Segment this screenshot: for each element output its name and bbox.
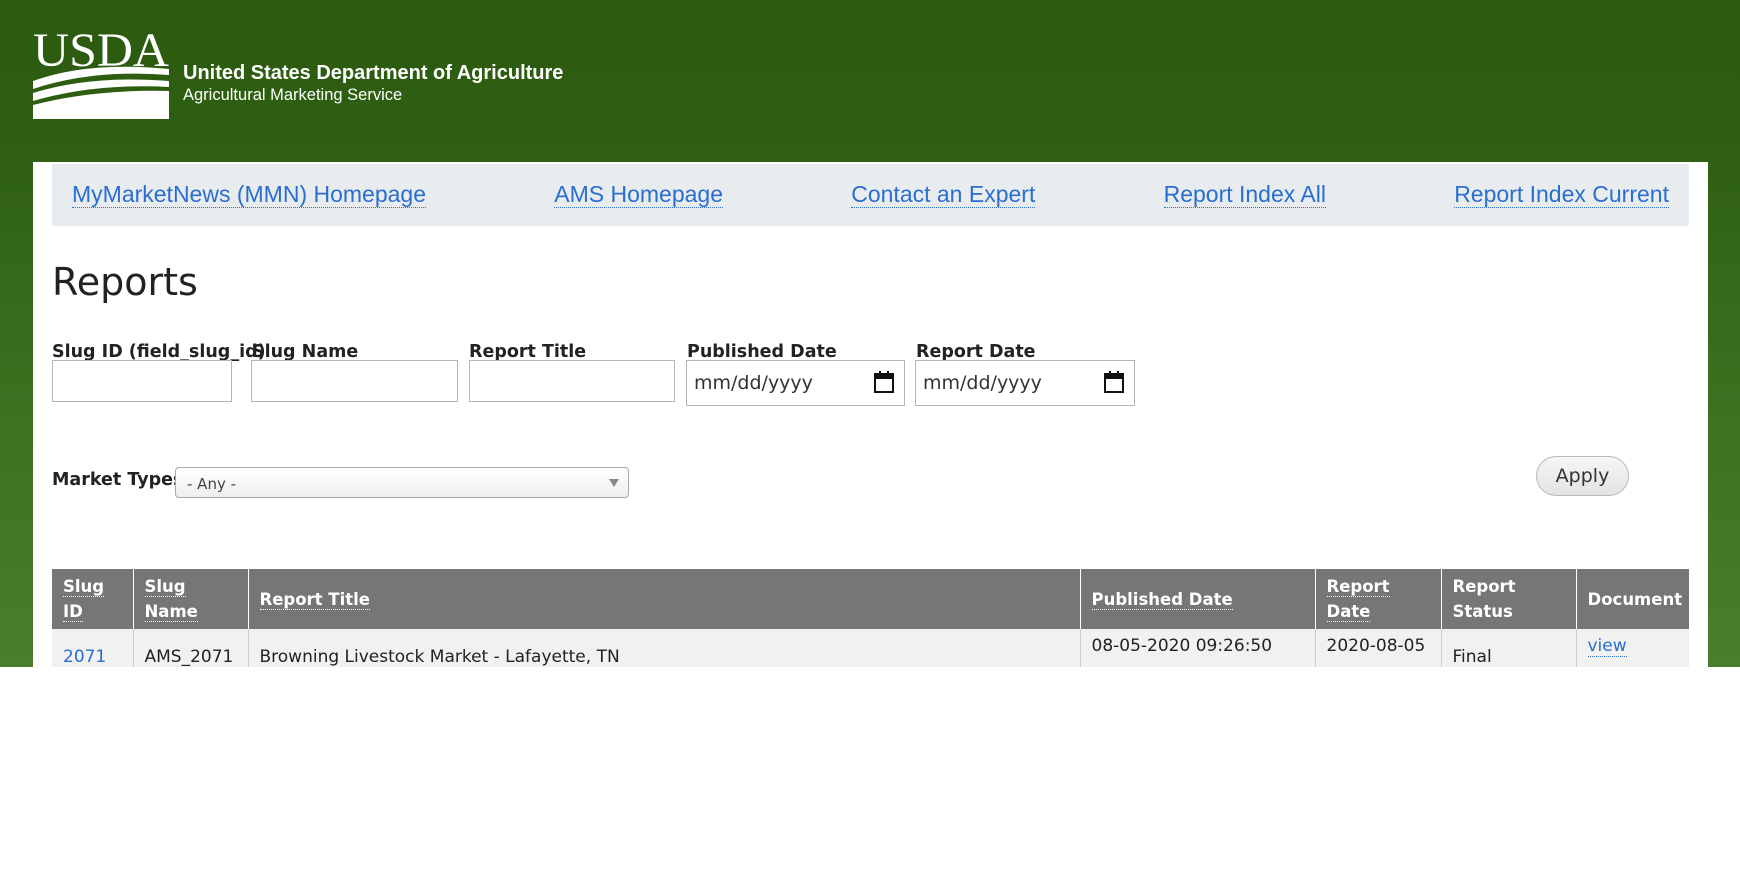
calendar-icon[interactable] bbox=[874, 371, 894, 393]
document-view-link[interactable]: view bbox=[1587, 636, 1627, 657]
column-header-text: Report Title bbox=[259, 589, 370, 610]
apply-button[interactable]: Apply bbox=[1536, 456, 1629, 496]
slug-id-link[interactable]: 2071 bbox=[63, 647, 106, 667]
column-header-text: Report bbox=[1452, 577, 1516, 596]
cell-report-date: 2020-08-05 bbox=[1314, 629, 1441, 667]
reports-table: Slug ID Slug Name Report Title Published… bbox=[52, 569, 1689, 667]
cell-document: view bbox=[1575, 629, 1689, 667]
chevron-down-icon bbox=[609, 479, 619, 487]
nav-link-report-index-current[interactable]: Report Index Current bbox=[1454, 182, 1669, 208]
browser-viewport: USDA United States Department of Agricul… bbox=[0, 0, 1740, 667]
main-content: MyMarketNews (MMN) Homepage AMS Homepage… bbox=[33, 162, 1708, 667]
cell-report-status: Final bbox=[1440, 629, 1576, 667]
column-header-text: Name bbox=[144, 602, 198, 622]
cell-slug-name: AMS_2071 bbox=[132, 629, 248, 667]
market-types-select[interactable]: - Any - bbox=[175, 467, 629, 498]
column-header-text: Report Date bbox=[1326, 577, 1390, 622]
published-date-placeholder: mm/dd/yyyy bbox=[694, 372, 813, 394]
column-header-report-date[interactable]: Report Date bbox=[1314, 569, 1441, 629]
table-row: 2071 AMS_2071 Browning Livestock Market … bbox=[52, 629, 1689, 667]
agency-subtitle: Agricultural Marketing Service bbox=[183, 86, 403, 104]
report-title-input[interactable] bbox=[469, 360, 675, 402]
table-header-row: Slug ID Slug Name Report Title Published… bbox=[52, 569, 1689, 629]
nav-link-mmn-homepage[interactable]: MyMarketNews (MMN) Homepage bbox=[72, 182, 427, 208]
slug-id-input[interactable] bbox=[52, 360, 232, 402]
top-navigation: MyMarketNews (MMN) Homepage AMS Homepage… bbox=[52, 164, 1689, 226]
column-header-text: Status bbox=[1452, 602, 1513, 621]
report-date-input[interactable]: mm/dd/yyyy bbox=[915, 360, 1135, 406]
market-types-value: - Any - bbox=[187, 475, 237, 493]
column-header-report-status: Report Status bbox=[1440, 569, 1576, 629]
slug-name-input[interactable] bbox=[251, 360, 458, 402]
column-header-slug-name[interactable]: Slug Name bbox=[132, 569, 248, 629]
cell-slug-id: 2071 bbox=[52, 629, 133, 667]
column-header-document: Document bbox=[1575, 569, 1689, 629]
cell-report-title: Browning Livestock Market - Lafayette, T… bbox=[247, 629, 1080, 667]
cell-published-date: 08-05-2020 09:26:50 bbox=[1079, 629, 1315, 667]
column-header-text: Slug bbox=[63, 577, 105, 597]
page-title: Reports bbox=[52, 260, 198, 304]
column-header-text: Published Date bbox=[1091, 589, 1233, 610]
column-header-text: Slug bbox=[144, 577, 186, 597]
calendar-icon[interactable] bbox=[1104, 371, 1124, 393]
market-types-label: Market Types bbox=[52, 470, 184, 490]
column-header-slug-id[interactable]: Slug ID bbox=[52, 569, 133, 629]
column-header-report-title[interactable]: Report Title bbox=[247, 569, 1080, 629]
agency-name: United States Department of Agriculture bbox=[183, 62, 564, 84]
nav-link-contact-expert[interactable]: Contact an Expert bbox=[851, 182, 1036, 208]
published-date-input[interactable]: mm/dd/yyyy bbox=[686, 360, 905, 406]
usda-logo[interactable]: USDA bbox=[33, 25, 169, 119]
column-header-text: ID bbox=[63, 602, 83, 622]
column-header-text: Document bbox=[1587, 589, 1683, 609]
nav-link-report-index-all[interactable]: Report Index All bbox=[1163, 182, 1326, 208]
column-header-published-date[interactable]: Published Date bbox=[1079, 569, 1315, 629]
site-header: USDA United States Department of Agricul… bbox=[33, 25, 633, 121]
nav-link-ams-homepage[interactable]: AMS Homepage bbox=[554, 182, 723, 208]
report-date-placeholder: mm/dd/yyyy bbox=[923, 372, 1042, 394]
